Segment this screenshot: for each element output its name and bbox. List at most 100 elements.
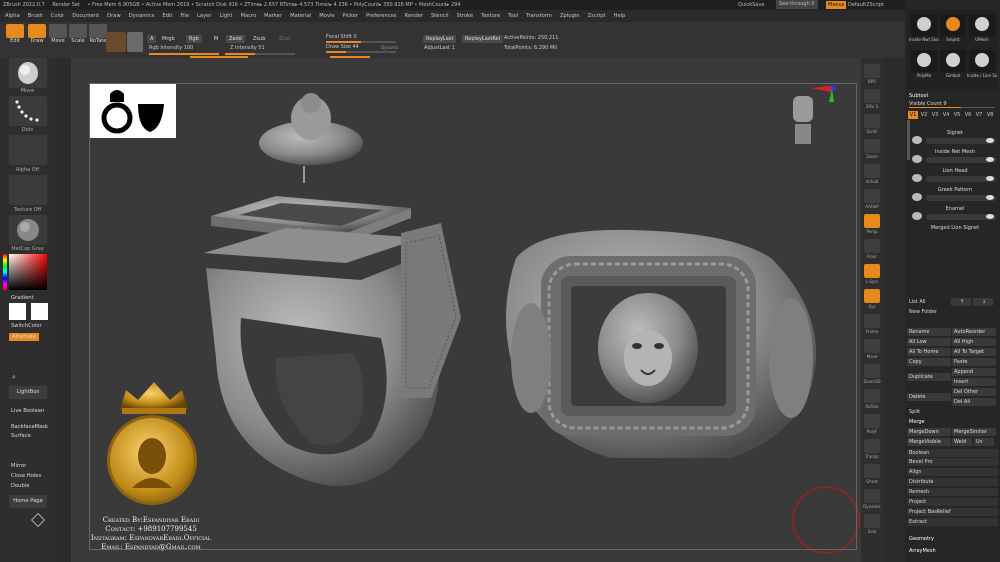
merge-similar-button[interactable]: MergeSimilar [952,428,996,436]
mrgb-toggle[interactable]: Mrgb [159,35,178,43]
vtab-v4[interactable]: V4 [941,111,951,119]
shelf-l-sym-button[interactable] [864,264,880,278]
brush-thumb-icon[interactable] [127,32,143,52]
menu-preferences[interactable]: Preferences [366,13,397,19]
shelf-spix-3-button[interactable] [864,89,880,103]
menu-alpha[interactable]: Alpha [5,13,20,19]
delete-button[interactable]: Delete [907,393,951,401]
menu-tool[interactable]: Tool [508,13,518,19]
quicksave-button[interactable]: QuickSave [738,0,764,10]
shelf-floor-button[interactable] [864,239,880,253]
subtool-item[interactable]: Merged Lion Signet [912,225,998,241]
menu-movie[interactable]: Movie [319,13,334,19]
project-button[interactable]: Project [907,498,998,506]
brush-thumb[interactable] [940,14,966,36]
m-toggle[interactable]: M [211,35,221,43]
menu-draw[interactable]: Draw [107,13,121,19]
align-button[interactable]: Align [907,468,998,476]
brush-thumb[interactable] [940,50,966,72]
live-boolean-button[interactable]: Live Boolean [11,408,44,414]
search-icon[interactable]: ⌕ [12,373,16,382]
eye-icon[interactable] [986,214,994,219]
menu-picker[interactable]: Picker [343,13,358,19]
subtool-header[interactable]: Subtool [907,92,998,100]
duplicate-button[interactable]: Duplicate [907,373,951,381]
dynamic-toggle[interactable]: Dynamic [381,44,399,51]
menus-button[interactable]: Menus [826,1,847,9]
shelf-bpr-button[interactable] [864,64,880,78]
subtool-item[interactable]: Greek Pattern [912,187,998,203]
arrow-up-button[interactable]: ↑ [951,298,971,306]
eye-icon[interactable] [986,176,994,181]
color-picker[interactable] [9,254,47,290]
scale-button[interactable]: Scale [68,24,88,44]
see-through-slider[interactable]: See-through 0 [776,0,818,9]
distribute-button[interactable]: Distribute [907,478,998,486]
arrow-down-button[interactable]: ↓ [973,298,993,306]
secondary-color-swatch[interactable] [31,303,48,320]
cube-icon[interactable] [30,512,46,528]
draw-size-slider[interactable]: Draw Size 44 [326,44,359,51]
all-to-target-button[interactable]: All To Target [952,348,996,356]
brush-thumb[interactable] [911,14,937,36]
geometry-header[interactable]: Geometry [907,535,998,543]
list-all-button[interactable]: List All [907,298,951,306]
subtool-item[interactable]: Lion Head [912,168,998,184]
move-brush-button[interactable] [9,58,47,88]
shelf-aahalf-button[interactable] [864,189,880,203]
alpha-button[interactable] [9,135,47,165]
vtab-v5[interactable]: V5 [952,111,962,119]
shelf-rotate-button[interactable] [864,389,880,403]
gradient-label[interactable]: Gradient [11,295,34,301]
rotate-button[interactable]: RoTate [88,24,108,44]
rename-button[interactable]: Rename [907,328,951,336]
shelf-actual-button[interactable] [864,164,880,178]
bevel-pro-button[interactable]: Bevel Pro [907,458,998,466]
vtab-v7[interactable]: V7 [974,111,984,119]
subtool-item[interactable]: Inside Net Mesh [912,149,998,165]
close-holes-button[interactable]: Close Holes [11,473,41,479]
copy-button[interactable]: Copy [907,358,951,366]
vtab-v8[interactable]: V8 [985,111,995,119]
shelf-dynamic-button[interactable] [864,489,880,503]
remesh-button[interactable]: Remesh [907,488,998,496]
all-low-button[interactable]: All Low [907,338,951,346]
append-button[interactable]: Append [952,368,996,376]
shelf-transp-button[interactable] [864,439,880,453]
merge-button[interactable]: Merge [907,418,998,426]
vtab-v6[interactable]: V6 [963,111,973,119]
insert-button[interactable]: Insert [952,378,996,386]
brush-thumb[interactable] [969,50,995,72]
matcap-button[interactable] [9,215,47,245]
eye-icon[interactable] [986,138,994,143]
menu-brush[interactable]: Brush [28,13,43,19]
mirror-button[interactable]: Mirror [11,463,26,469]
all-to-home-button[interactable]: All To Home [907,348,951,356]
shelf-ghost-button[interactable] [864,464,880,478]
replay-last-button[interactable]: ReplayLast [423,35,457,43]
menu-zscript[interactable]: Zscript [588,13,606,19]
array-mesh-header[interactable]: ArrayMesh [907,547,998,555]
merge-visible-button[interactable]: MergeVisible [907,438,951,446]
menu-texture[interactable]: Texture [481,13,500,19]
menu-help[interactable]: Help [614,13,626,19]
menu-render[interactable]: Render [405,13,423,19]
z-intensity-slider[interactable]: Z Intensity 51 [230,45,265,52]
a-toggle[interactable]: A [147,35,157,43]
brush-thumb[interactable] [969,14,995,36]
menu-light[interactable]: Light [220,13,233,19]
del-other-button[interactable]: Del Other [952,388,996,396]
all-high-button[interactable]: All High [952,338,996,346]
shelf-zoom3d-button[interactable] [864,364,880,378]
default-script-button[interactable]: Default2Script [848,0,884,10]
shelf-zoom-button[interactable] [864,139,880,153]
shelf-frame-button[interactable] [864,314,880,328]
uv-button[interactable]: Uv [974,438,994,446]
switch-color-button[interactable]: SwitchColor [11,323,42,329]
zcut-toggle[interactable]: Zcut [276,35,293,43]
weld-button[interactable]: Weld [952,438,972,446]
hue-strip[interactable] [3,254,7,290]
extract-button[interactable]: Extract [907,518,998,526]
eye-icon[interactable] [986,157,994,162]
del-all-button[interactable]: Del All [952,398,996,406]
